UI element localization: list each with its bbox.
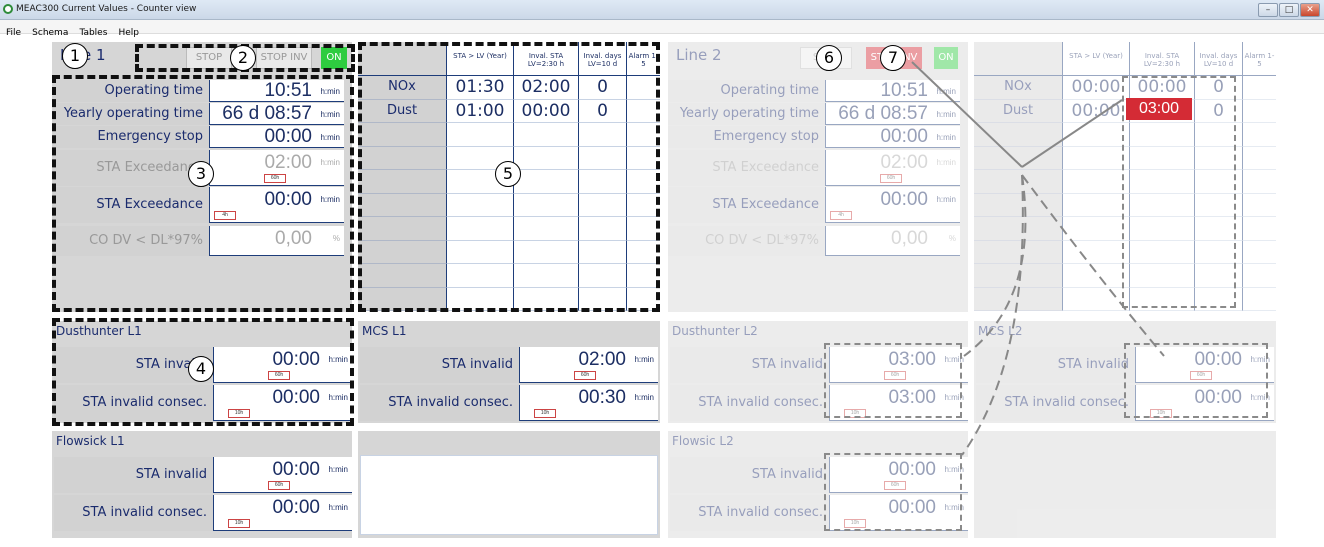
callout-4: 4 (188, 356, 214, 382)
pointer-lines (911, 61, 1165, 456)
callout-6: 6 (816, 45, 842, 71)
callout-7: 7 (880, 45, 906, 71)
callout-1: 1 (62, 43, 88, 69)
callout-3: 3 (188, 161, 214, 187)
callout-5: 5 (495, 161, 521, 187)
callout-2: 2 (230, 45, 256, 71)
